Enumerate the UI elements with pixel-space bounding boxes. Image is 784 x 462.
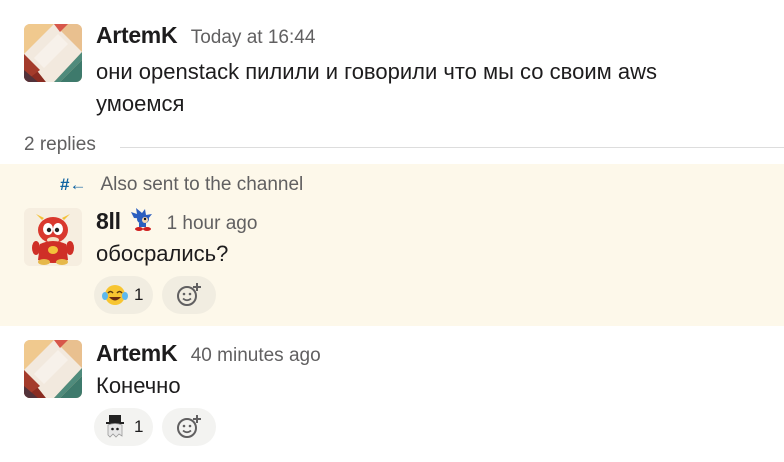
geometric-pattern-avatar-icon: [24, 24, 82, 82]
message-text: обосрались?: [96, 241, 229, 266]
add-reaction-button[interactable]: [162, 408, 216, 446]
reaction-count: 1: [134, 285, 144, 304]
timestamp[interactable]: Today at 16:44: [191, 27, 316, 48]
top-hat-ghost-emoji-icon: [106, 415, 124, 438]
author-name[interactable]: ArtemK: [96, 340, 178, 366]
message-text: Конечно: [96, 373, 181, 398]
channel-broadcast-icon: #←: [60, 175, 87, 194]
author-name[interactable]: 8ll: [96, 208, 121, 234]
thread-view: ArtemK Today at 16:44 они openstack пили…: [0, 0, 784, 462]
timestamp[interactable]: 40 minutes ago: [191, 345, 321, 366]
reaction-joy[interactable]: 1: [94, 276, 154, 314]
divider-line: [120, 147, 784, 148]
also-sent-to-channel-note: #← Also sent to the channel: [60, 174, 303, 196]
add-reaction-button[interactable]: [162, 276, 216, 314]
avatar[interactable]: [24, 340, 82, 398]
sonic-emoji-icon[interactable]: [131, 208, 153, 237]
geometric-pattern-avatar-icon: [24, 340, 82, 398]
cartoon-character-avatar-icon: [24, 208, 82, 266]
avatar[interactable]: [24, 208, 82, 266]
avatar[interactable]: [24, 24, 82, 82]
joy-emoji-icon: [102, 285, 128, 305]
timestamp[interactable]: 1 hour ago: [167, 213, 258, 234]
also-sent-label: Also sent to the channel: [100, 174, 304, 195]
replies-divider: 2 replies: [0, 134, 784, 160]
message-text-line: умоемся: [96, 91, 185, 116]
message-text: они openstack пилили и говорили что мы с…: [96, 56, 756, 120]
author-name[interactable]: ArtemK: [96, 22, 178, 48]
reaction-count: 1: [134, 417, 144, 436]
add-emoji-icon: [177, 283, 201, 306]
replies-count-label: 2 replies: [24, 134, 96, 155]
reaction-top-hat-ghost[interactable]: 1: [94, 408, 154, 446]
add-emoji-icon: [177, 415, 201, 438]
message-text-line: они openstack пилили и говорили что мы с…: [96, 59, 657, 84]
